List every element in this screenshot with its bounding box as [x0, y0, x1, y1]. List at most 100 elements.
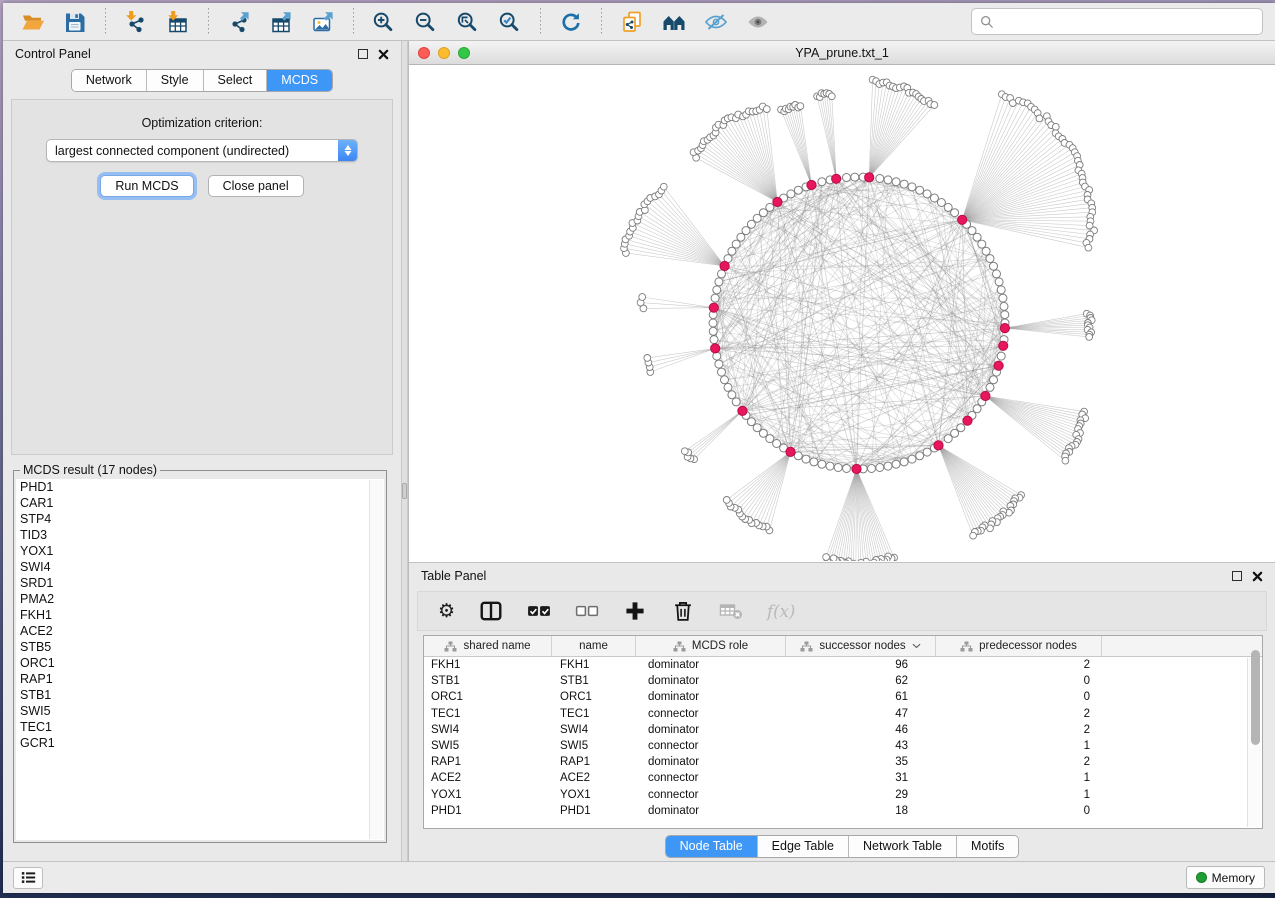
table-row[interactable]: PHD1PHD1dominator180	[424, 803, 1262, 819]
column-type-icon	[800, 641, 813, 652]
first-neighbors-button[interactable]	[656, 7, 692, 37]
table-cell: YOX1	[552, 789, 636, 801]
close-panel-button[interactable]: Close panel	[208, 175, 304, 197]
first-neighbors-icon	[662, 11, 686, 33]
save-session-button[interactable]	[57, 7, 93, 37]
toggle-pane-icon	[479, 600, 503, 622]
add-column-button[interactable]	[623, 600, 647, 622]
mcds-result-item[interactable]: PMA2	[16, 591, 384, 607]
column-header-shared-name[interactable]: shared name	[424, 636, 552, 656]
open-session-button[interactable]	[15, 7, 51, 37]
tab-node-table[interactable]: Node Table	[666, 836, 758, 857]
deselect-all-button[interactable]	[575, 600, 599, 622]
import-table-button[interactable]	[160, 7, 196, 37]
zoom-out-button[interactable]	[408, 7, 444, 37]
mcds-result-item[interactable]: ORC1	[16, 655, 384, 671]
table-cell: 61	[786, 691, 936, 703]
export-network-button[interactable]	[221, 7, 257, 37]
run-mcds-button[interactable]: Run MCDS	[100, 175, 193, 197]
refresh-view-button[interactable]	[553, 7, 589, 37]
float-table-panel-icon[interactable]	[1232, 571, 1242, 581]
list-scrollbar[interactable]	[369, 480, 383, 839]
mcds-result-item[interactable]: GCR1	[16, 735, 384, 751]
export-network-icon	[227, 11, 251, 33]
table-row[interactable]: RAP1RAP1dominator352	[424, 754, 1262, 770]
table-cell: dominator	[636, 805, 786, 817]
hide-selected-button[interactable]	[698, 7, 734, 37]
network-graph[interactable]	[409, 65, 1275, 561]
mcds-result-item[interactable]: RAP1	[16, 671, 384, 687]
tab-motifs[interactable]: Motifs	[957, 836, 1018, 857]
mcds-result-item[interactable]: STB5	[16, 639, 384, 655]
mcds-result-item[interactable]: FKH1	[16, 607, 384, 623]
mcds-result-item[interactable]: YOX1	[16, 543, 384, 559]
network-canvas[interactable]	[409, 65, 1275, 562]
column-header-name[interactable]: name	[552, 636, 636, 656]
export-table-button[interactable]	[263, 7, 299, 37]
export-image-button[interactable]	[305, 7, 341, 37]
table-row[interactable]: ORC1ORC1dominator610	[424, 689, 1262, 705]
tab-mcds[interactable]: MCDS	[267, 70, 332, 91]
tab-edge-table[interactable]: Edge Table	[758, 836, 849, 857]
table-row[interactable]: FKH1FKH1dominator962	[424, 657, 1262, 673]
mcds-result-item[interactable]: TEC1	[16, 719, 384, 735]
select-all-button[interactable]	[527, 600, 551, 622]
task-history-button[interactable]	[13, 867, 43, 889]
mcds-result-item[interactable]: SWI4	[16, 559, 384, 575]
zoom-in-button[interactable]	[366, 7, 402, 37]
mcds-result-item[interactable]: SWI5	[16, 703, 384, 719]
table-settings-button[interactable]: ⚙	[438, 602, 455, 621]
table-row[interactable]: YOX1YOX1connector291	[424, 787, 1262, 803]
mcds-result-item[interactable]: SRD1	[16, 575, 384, 591]
mcds-result-item[interactable]: STP4	[16, 511, 384, 527]
show-all-button[interactable]	[740, 7, 776, 37]
import-network-button[interactable]	[118, 7, 154, 37]
mcds-result-item[interactable]: PHD1	[16, 479, 384, 495]
table-cell: 1	[936, 789, 1102, 801]
column-header-successor-nodes[interactable]: successor nodes	[786, 636, 936, 656]
mcds-result-item[interactable]: ACE2	[16, 623, 384, 639]
control-panel-title: Control Panel	[15, 47, 91, 61]
search-box[interactable]	[971, 8, 1263, 35]
table-row[interactable]: SWI4SWI4dominator462	[424, 722, 1262, 738]
table-row[interactable]: SWI5SWI5connector431	[424, 738, 1262, 754]
mcds-result-list[interactable]: PHD1CAR1STP4TID3YOX1SWI4SRD1PMA2FKH1ACE2…	[16, 479, 384, 840]
tab-network-table[interactable]: Network Table	[849, 836, 957, 857]
mcds-result-item[interactable]: STB1	[16, 687, 384, 703]
splitter-grip-icon[interactable]	[402, 483, 407, 499]
table-cell: 2	[936, 659, 1102, 671]
table-cell: connector	[636, 789, 786, 801]
table-cell: 2	[936, 756, 1102, 768]
node-table: shared namenameMCDS rolesuccessor nodes p…	[423, 635, 1263, 829]
table-cell: dominator	[636, 756, 786, 768]
tab-network[interactable]: Network	[72, 70, 147, 91]
criterion-select[interactable]: largest connected component (undirected)	[46, 139, 358, 162]
tab-select[interactable]: Select	[204, 70, 268, 91]
zoom-selected-button[interactable]	[492, 7, 528, 37]
panel-splitter[interactable]	[401, 41, 408, 861]
float-panel-icon[interactable]	[358, 49, 368, 59]
toggle-pane-button[interactable]	[479, 600, 503, 622]
close-panel-icon[interactable]	[378, 49, 389, 60]
table-cell: 29	[786, 789, 936, 801]
search-input[interactable]	[999, 15, 1254, 29]
table-scrollbar-thumb[interactable]	[1251, 650, 1260, 745]
mcds-result-item[interactable]: CAR1	[16, 495, 384, 511]
mcds-result-item[interactable]: TID3	[16, 527, 384, 543]
table-row[interactable]: STB1STB1dominator620	[424, 673, 1262, 689]
close-table-panel-icon[interactable]	[1252, 571, 1263, 582]
column-header-predecessor-nodes[interactable]: predecessor nodes	[936, 636, 1102, 656]
table-cell: 35	[786, 756, 936, 768]
table-row[interactable]: ACE2ACE2connector311	[424, 770, 1262, 786]
delete-column-button[interactable]	[671, 600, 695, 622]
control-panel-tabs: NetworkStyleSelectMCDS	[3, 67, 401, 93]
clone-network-button[interactable]	[614, 7, 650, 37]
column-label: predecessor nodes	[979, 640, 1077, 652]
memory-button[interactable]: Memory	[1186, 866, 1265, 889]
table-row[interactable]: TEC1TEC1connector472	[424, 706, 1262, 722]
toolbar-separator	[353, 8, 354, 36]
table-cell: 0	[936, 805, 1102, 817]
tab-style[interactable]: Style	[147, 70, 204, 91]
column-header-MCDS-role[interactable]: MCDS role	[636, 636, 786, 656]
zoom-fit-button[interactable]	[450, 7, 486, 37]
